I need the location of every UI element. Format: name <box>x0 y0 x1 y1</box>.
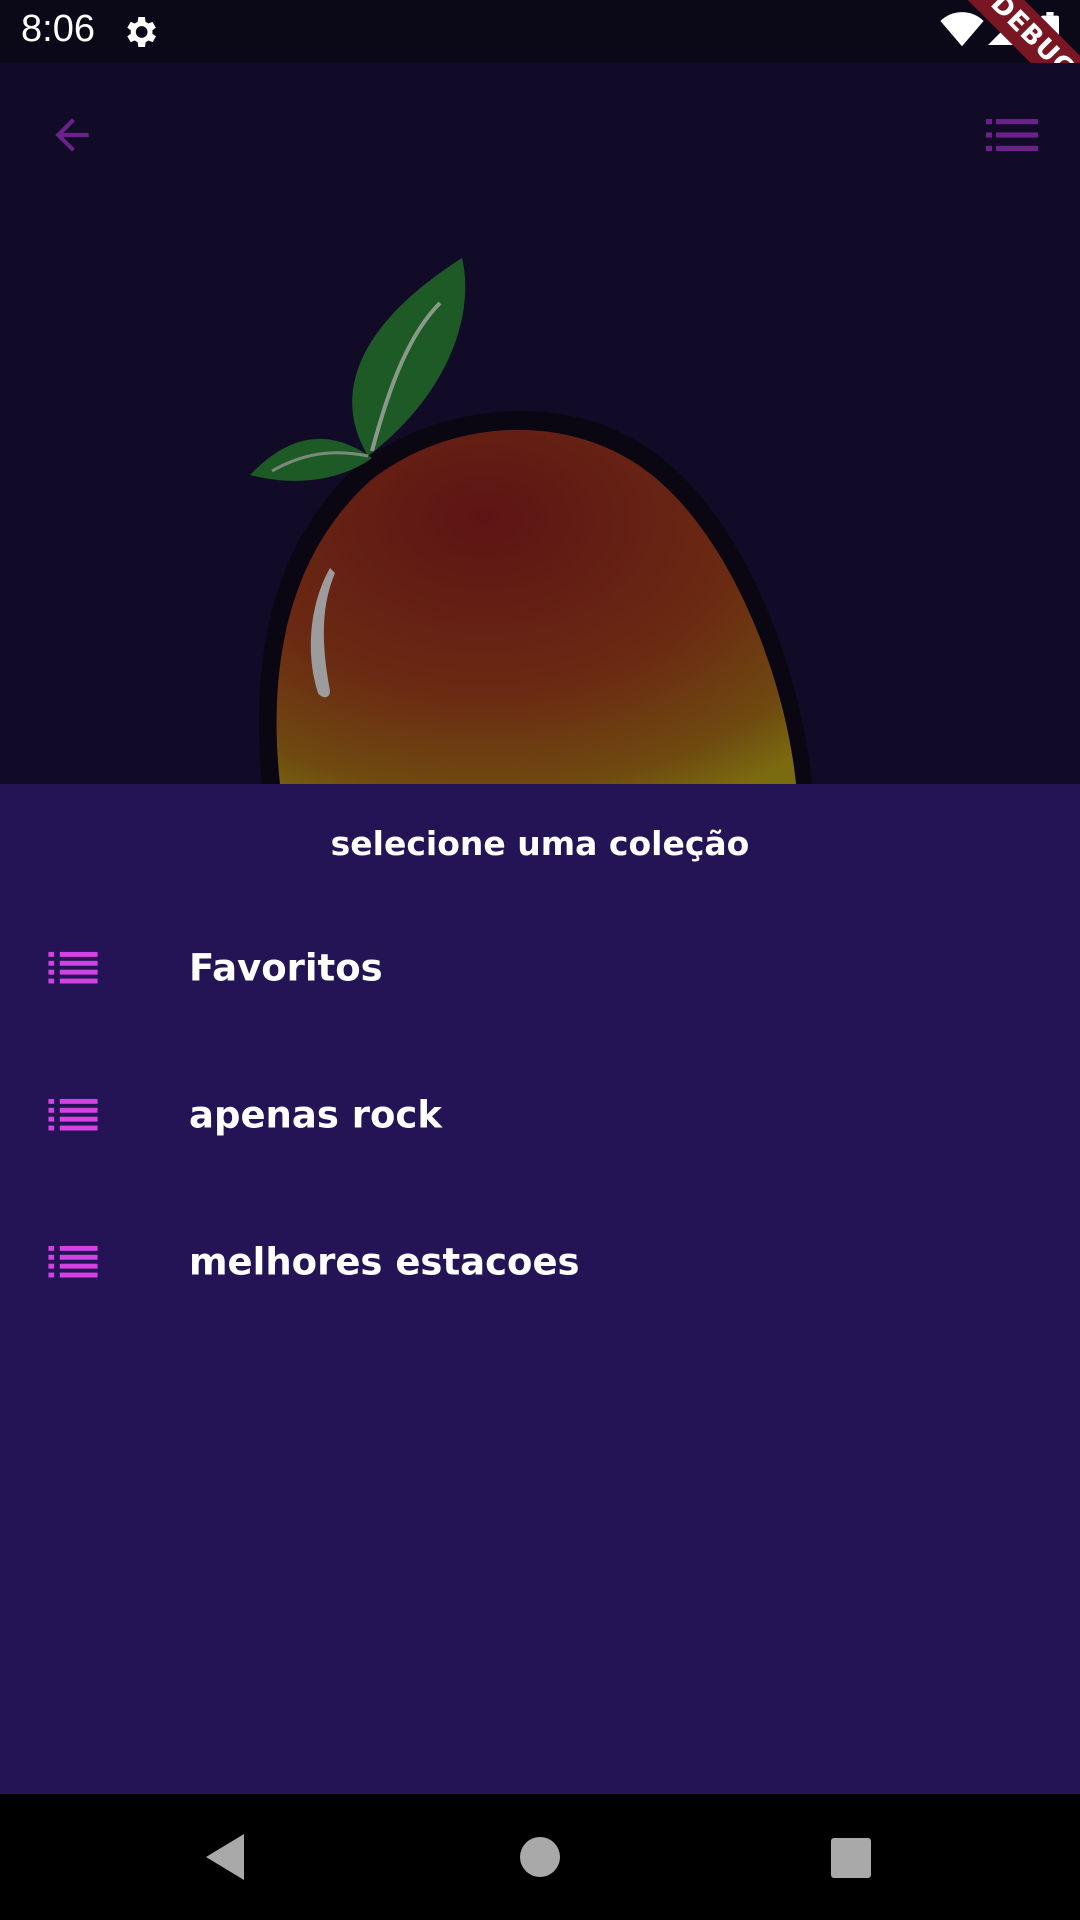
collection-item-melhores-estacoes[interactable]: melhores estacoes <box>0 1188 1080 1335</box>
playlist-button[interactable] <box>980 103 1044 167</box>
wifi-icon <box>940 12 984 47</box>
list-icon <box>48 951 98 983</box>
collection-sheet: selecione uma coleção Favoritos apenas r… <box>0 784 1080 1794</box>
nav-home-icon[interactable] <box>507 1824 573 1890</box>
status-bar: 8:06 <box>0 0 1080 63</box>
playlist-icon <box>986 119 1038 151</box>
collection-item-apenas-rock[interactable]: apenas rock <box>0 1041 1080 1188</box>
collection-item-favoritos[interactable]: Favoritos <box>0 894 1080 1041</box>
battery-icon <box>1041 12 1059 48</box>
list-icon <box>48 1245 98 1277</box>
album-art-area <box>0 63 1080 784</box>
arrow-back-icon <box>55 118 89 152</box>
signal-icon <box>988 15 1018 45</box>
gear-icon <box>127 17 156 47</box>
collection-label: melhores estacoes <box>189 1240 580 1283</box>
list-icon <box>48 1098 98 1130</box>
sheet-title: selecione uma coleção <box>330 824 750 863</box>
collection-label: apenas rock <box>189 1093 442 1136</box>
nav-recents-icon[interactable] <box>817 1824 883 1890</box>
nav-back-icon[interactable] <box>192 1824 258 1890</box>
mango-logo <box>250 258 813 784</box>
back-button[interactable] <box>40 103 104 167</box>
system-nav-bar <box>0 1794 1080 1920</box>
status-time: 8:06 <box>21 8 95 50</box>
collection-label: Favoritos <box>189 946 383 989</box>
